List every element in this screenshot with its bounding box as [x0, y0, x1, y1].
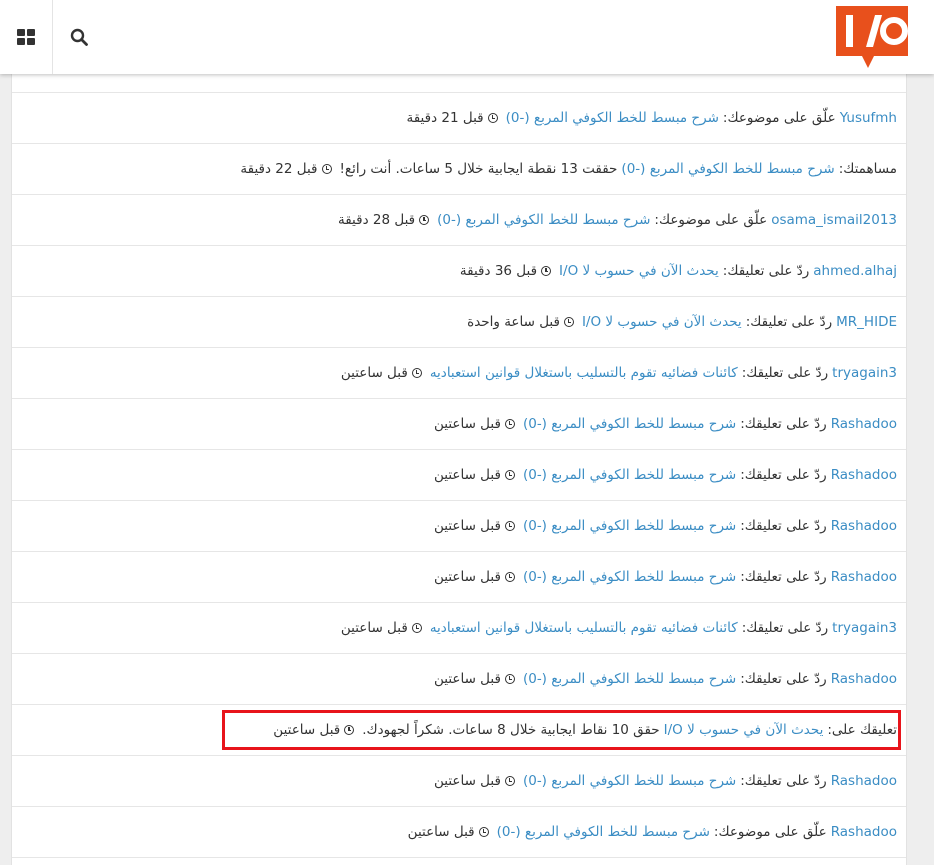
topic-link[interactable]: شرح مبسط للخط الكوفي المربع (-0) — [523, 467, 736, 483]
topic-link[interactable]: شرح مبسط للخط الكوفي المربع (-0) — [523, 773, 736, 789]
timestamp: قبل ساعة واحدة — [467, 314, 560, 330]
notification-row[interactable]: مساهمتك: شرح مبسط للخط الكوفي المربع (-0)… — [12, 144, 906, 195]
user-link[interactable]: Rashadoo — [831, 824, 897, 840]
topic-link[interactable]: شرح مبسط للخط الكوفي المربع (-0) — [523, 416, 736, 432]
user-link[interactable]: Rashadoo — [831, 773, 897, 789]
notifications-list: Yusufmh علّق على موضوعك: شرح مبسط للخط الك… — [12, 93, 906, 858]
search-button[interactable] — [53, 0, 105, 74]
action-text: ردّ على تعليقك: — [740, 773, 827, 789]
action-text: ردّ على تعليقك: — [740, 518, 827, 534]
clock-icon — [411, 368, 422, 378]
user-link[interactable]: Rashadoo — [831, 671, 897, 687]
extra-text: حقق 10 نقاط ايجابية خلال 8 ساعات. شكراً … — [362, 722, 660, 738]
user-link[interactable]: Rashadoo — [831, 416, 897, 432]
extra-text: حققت 13 نقطة ايجابية خلال 5 ساعات. أنت ر… — [339, 161, 618, 177]
user-link[interactable]: Yusufmh — [840, 110, 897, 126]
user-link[interactable]: MR_HIDE — [836, 314, 897, 330]
topic-link[interactable]: شرح مبسط للخط الكوفي المربع (-0) — [621, 161, 834, 177]
timestamp: قبل ساعتين — [407, 824, 475, 840]
notification-row[interactable]: Rashadoo ردّ على تعليقك: شرح مبسط للخط الك… — [12, 450, 906, 501]
action-text: تعليقك على: — [827, 722, 897, 738]
timestamp: قبل 21 دقيقة — [406, 110, 484, 126]
clock-icon — [563, 317, 574, 327]
action-text: ردّ على تعليقك: — [740, 467, 827, 483]
notification-row[interactable]: Rashadoo ردّ على تعليقك: شرح مبسط للخط الك… — [12, 756, 906, 807]
action-text: ردّ على تعليقك: — [745, 314, 833, 330]
topic-link[interactable]: يحدث الآن في حسوب لا I/O — [664, 722, 824, 738]
notification-row[interactable]: Rashadoo ردّ على تعليقك: شرح مبسط للخط الك… — [12, 501, 906, 552]
user-link[interactable]: Rashadoo — [831, 467, 897, 483]
notifications-feed: Yusufmh علّق على موضوعك: شرح مبسط للخط الك… — [11, 0, 907, 865]
action-text: ردّ على تعليقك: — [740, 416, 827, 432]
top-bar — [0, 0, 934, 74]
action-text: ردّ على تعليقك: — [740, 569, 827, 585]
search-icon — [70, 28, 88, 46]
topic-link[interactable]: شرح مبسط للخط الكوفي المربع (-0) — [497, 824, 710, 840]
action-text: ردّ على تعليقك: — [741, 365, 829, 381]
user-link[interactable]: ahmed.alhaj — [813, 263, 897, 279]
clock-icon — [411, 623, 422, 633]
topic-link[interactable]: كائنات فضائيه تقوم بالتسليب باستغلال قوا… — [430, 365, 738, 381]
topic-link[interactable]: شرح مبسط للخط الكوفي المربع (-0) — [437, 212, 650, 228]
timestamp: قبل ساعتين — [433, 416, 501, 432]
clock-icon — [487, 113, 498, 123]
timestamp: قبل ساعتين — [433, 467, 501, 483]
action-text: مساهمتك: — [838, 161, 897, 177]
notification-row[interactable]: tryagain3 ردّ على تعليقك: كائنات فضائيه تق… — [12, 348, 906, 399]
clock-icon — [504, 674, 515, 684]
notification-row[interactable]: tryagain3 ردّ على تعليقك: كائنات فضائيه تق… — [12, 603, 906, 654]
clock-icon — [478, 827, 489, 837]
clock-icon — [504, 572, 515, 582]
grid-menu-button[interactable] — [0, 0, 53, 74]
timestamp: قبل 22 دقيقة — [240, 161, 318, 177]
notification-row[interactable]: Yusufmh علّق على موضوعك: شرح مبسط للخط الك… — [12, 93, 906, 144]
notification-row[interactable]: ahmed.alhaj ردّ على تعليقك: يحدث الآن في ح… — [12, 246, 906, 297]
clock-icon — [504, 776, 515, 786]
clock-icon — [419, 215, 430, 225]
notification-row[interactable]: MR_HIDE ردّ على تعليقك: يحدث الآن في حسوب … — [12, 297, 906, 348]
grid-icon — [17, 29, 35, 45]
user-link[interactable]: Rashadoo — [831, 569, 897, 585]
timestamp: قبل ساعتين — [433, 671, 501, 687]
timestamp: قبل ساعتين — [433, 569, 501, 585]
topic-link[interactable]: شرح مبسط للخط الكوفي المربع (-0) — [523, 671, 736, 687]
clock-icon — [504, 521, 515, 531]
action-text: ردّ على تعليقك: — [740, 671, 827, 687]
notification-row[interactable]: Rashadoo ردّ على تعليقك: شرح مبسط للخط الك… — [12, 399, 906, 450]
action-text: ردّ على تعليقك: — [722, 263, 810, 279]
action-text: ردّ على تعليقك: — [741, 620, 829, 636]
topic-link[interactable]: شرح مبسط للخط الكوفي المربع (-0) — [506, 110, 719, 126]
topic-link[interactable]: يحدث الآن في حسوب لا I/O — [559, 263, 719, 279]
io-logo[interactable] — [836, 6, 908, 72]
notification-row[interactable]: Rashadoo ردّ على تعليقك: شرح مبسط للخط الك… — [12, 552, 906, 603]
timestamp: قبل ساعتين — [340, 365, 408, 381]
action-text: علّق على موضوعك: — [654, 212, 768, 228]
user-link[interactable]: osama_ismail2013 — [771, 212, 897, 228]
topic-link[interactable]: يحدث الآن في حسوب لا I/O — [582, 314, 742, 330]
timestamp: قبل 28 دقيقة — [337, 212, 416, 228]
notification-row[interactable]: تعليقك على: يحدث الآن في حسوب لا I/O حقق 1… — [12, 705, 906, 756]
clock-icon — [541, 266, 552, 276]
clock-icon — [504, 419, 515, 429]
notification-row[interactable]: Rashadoo ردّ على تعليقك: شرح مبسط للخط الك… — [12, 654, 906, 705]
timestamp: قبل ساعتين — [433, 773, 501, 789]
timestamp: قبل ساعتين — [340, 620, 408, 636]
timestamp: قبل ساعتين — [433, 518, 501, 534]
clock-icon — [504, 470, 515, 480]
clock-icon — [321, 164, 332, 174]
action-text: علّق على موضوعك: — [722, 110, 836, 126]
clock-icon — [344, 725, 355, 735]
user-link[interactable]: tryagain3 — [832, 365, 897, 381]
notification-row[interactable]: Rashadoo علّق على موضوعك: شرح مبسط للخط ال… — [12, 807, 906, 858]
notification-row[interactable]: osama_ismail2013 علّق على موضوعك: شرح مبسط… — [12, 195, 906, 246]
topic-link[interactable]: شرح مبسط للخط الكوفي المربع (-0) — [523, 569, 736, 585]
user-link[interactable]: Rashadoo — [831, 518, 897, 534]
timestamp: قبل 36 دقيقة — [459, 263, 538, 279]
topic-link[interactable]: شرح مبسط للخط الكوفي المربع (-0) — [523, 518, 736, 534]
timestamp: قبل ساعتين — [273, 722, 341, 738]
user-link[interactable]: tryagain3 — [832, 620, 897, 636]
topic-link[interactable]: كائنات فضائيه تقوم بالتسليب باستغلال قوا… — [430, 620, 738, 636]
action-text: علّق على موضوعك: — [713, 824, 827, 840]
